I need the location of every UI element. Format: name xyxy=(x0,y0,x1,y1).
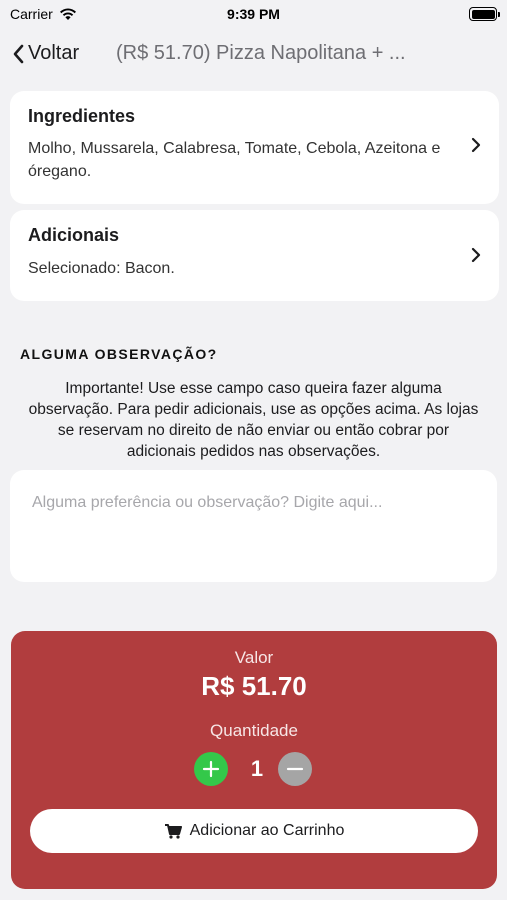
status-bar: Carrier 9:39 PM xyxy=(0,0,507,28)
increase-quantity-button[interactable] xyxy=(194,752,228,786)
observation-note: Importante! Use esse campo caso queira f… xyxy=(28,380,479,460)
status-time: 9:39 PM xyxy=(227,6,280,22)
battery-icon xyxy=(469,7,500,21)
navigation-bar: Voltar (R$ 51.70) Pizza Napolitana + ... xyxy=(0,30,507,76)
back-label: Voltar xyxy=(28,42,80,64)
additionals-card[interactable]: Adicionais Selecionado: Bacon. xyxy=(10,210,499,301)
ingredients-text: Molho, Mussarela, Calabresa, Tomate, Ceb… xyxy=(28,140,441,180)
quantity-label: Quantidade xyxy=(210,721,298,740)
page-title: (R$ 51.70) Pizza Napolitana + ... xyxy=(116,42,406,64)
quantity-stepper: 1 xyxy=(11,752,497,786)
quantity-value: 1 xyxy=(250,756,264,781)
plus-icon xyxy=(202,760,220,778)
order-panel: Valor R$ 51.70 Quantidade 1 Adicionar ao… xyxy=(11,631,497,889)
minus-icon xyxy=(286,767,304,771)
ingredients-title: Ingredientes xyxy=(28,106,136,126)
back-button[interactable]: Voltar xyxy=(12,42,79,65)
chevron-right-icon xyxy=(471,247,481,263)
add-to-cart-label: Adicionar ao Carrinho xyxy=(189,822,345,839)
value-label: Valor xyxy=(234,648,274,667)
add-to-cart-button[interactable]: Adicionar ao Carrinho xyxy=(30,809,478,853)
observation-input[interactable] xyxy=(10,470,497,582)
chevron-right-icon xyxy=(471,137,481,153)
price-value: R$ 51.70 xyxy=(201,671,307,701)
decrease-quantity-button[interactable] xyxy=(278,752,312,786)
ingredients-card[interactable]: Ingredientes Molho, Mussarela, Calabresa… xyxy=(10,91,499,204)
chevron-left-icon xyxy=(13,44,24,63)
additionals-text: Selecionado: Bacon. xyxy=(28,260,175,277)
observation-heading: ALGUMA OBSERVAÇÃO? xyxy=(20,346,218,362)
cart-icon xyxy=(164,824,182,839)
additionals-title: Adicionais xyxy=(28,225,120,245)
